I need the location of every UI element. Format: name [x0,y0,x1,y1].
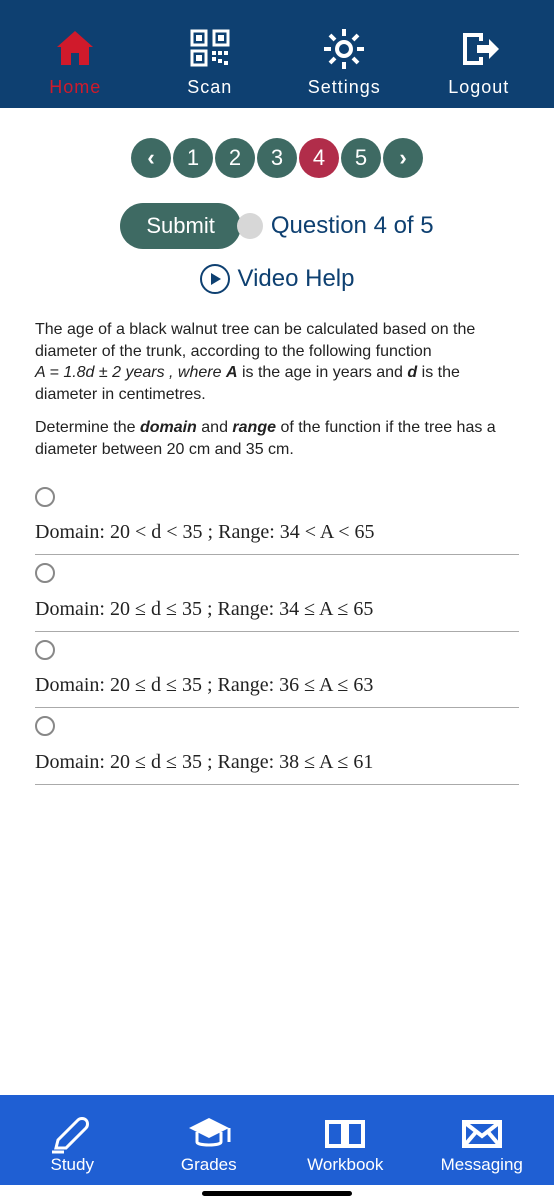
q-line1: The age of a black walnut tree can be ca… [35,321,475,360]
qnav-4[interactable]: 4 [299,138,339,178]
nav-logout-label: Logout [448,77,509,98]
gear-icon [322,25,366,73]
choices: Domain: 20 < d < 35 ; Range: 34 < A < 65… [35,479,519,785]
q-formula-mid: is the age in years and [238,364,408,381]
bottom-messaging[interactable]: Messaging [414,1113,551,1175]
question-body: The age of a black walnut tree can be ca… [0,294,554,1095]
q-line2-prefix: Determine the [35,419,140,436]
radio-icon [35,640,55,660]
nav-settings-label: Settings [308,77,381,98]
q-formula-prefix: A = 1.8d ± 2 years , where [35,364,226,381]
bottom-grades[interactable]: Grades [141,1113,278,1175]
radio-icon [35,487,55,507]
submit-row: Submit Question 4 of 5 [0,203,554,249]
q-domain-word: domain [140,419,197,436]
nav-scan-label: Scan [187,77,232,98]
logout-icon [457,25,501,73]
submit-button[interactable]: Submit [120,203,240,249]
top-nav: Home Scan [0,0,554,108]
nav-scan[interactable]: Scan [143,25,278,98]
choice-a-text: Domain: 20 < d < 35 ; Range: 34 < A < 65 [35,519,519,546]
envelope-icon [458,1113,506,1155]
nav-home-label: Home [49,77,101,98]
choice-b-text: Domain: 20 ≤ d ≤ 35 ; Range: 34 ≤ A ≤ 65 [35,596,519,623]
qnav-3[interactable]: 3 [257,138,297,178]
radio-icon [35,716,55,736]
choice-b[interactable]: Domain: 20 ≤ d ≤ 35 ; Range: 34 ≤ A ≤ 65 [35,555,519,632]
bottom-messaging-label: Messaging [441,1155,523,1175]
home-icon [53,25,97,73]
graduation-cap-icon [185,1113,233,1155]
choice-a[interactable]: Domain: 20 < d < 35 ; Range: 34 < A < 65 [35,479,519,556]
choice-c-text: Domain: 20 ≤ d ≤ 35 ; Range: 36 ≤ A ≤ 63 [35,672,519,699]
q-d: d [407,364,417,381]
qnav-next[interactable]: › [383,138,423,178]
choice-d[interactable]: Domain: 20 ≤ d ≤ 35 ; Range: 38 ≤ A ≤ 61 [35,708,519,785]
bottom-workbook-label: Workbook [307,1155,383,1175]
nav-home[interactable]: Home [8,25,143,98]
video-help-label: Video Help [238,265,355,293]
q-A: A [226,364,238,381]
home-indicator [202,1191,352,1196]
radio-icon [35,563,55,583]
question-counter: Question 4 of 5 [271,212,434,240]
qnav-5[interactable]: 5 [341,138,381,178]
pencil-icon [50,1113,94,1155]
book-icon [321,1113,369,1155]
nav-logout[interactable]: Logout [412,25,547,98]
qnav-2[interactable]: 2 [215,138,255,178]
q-line2-and: and [197,419,233,436]
bottom-study[interactable]: Study [4,1113,141,1175]
choice-d-text: Domain: 20 ≤ d ≤ 35 ; Range: 38 ≤ A ≤ 61 [35,749,519,776]
bottom-workbook[interactable]: Workbook [277,1113,414,1175]
bottom-nav: Study Grades Workbook Messaging [0,1095,554,1185]
choice-c[interactable]: Domain: 20 ≤ d ≤ 35 ; Range: 36 ≤ A ≤ 63 [35,632,519,709]
question-nav: ‹ 1 2 3 4 5 › [0,138,554,178]
q-range-word: range [232,419,276,436]
bottom-study-label: Study [51,1155,94,1175]
video-help-button[interactable]: Video Help [0,264,554,294]
qnav-1[interactable]: 1 [173,138,213,178]
qr-icon [188,25,232,73]
play-icon [200,264,230,294]
bottom-grades-label: Grades [181,1155,237,1175]
nav-settings[interactable]: Settings [277,25,412,98]
qnav-prev[interactable]: ‹ [131,138,171,178]
